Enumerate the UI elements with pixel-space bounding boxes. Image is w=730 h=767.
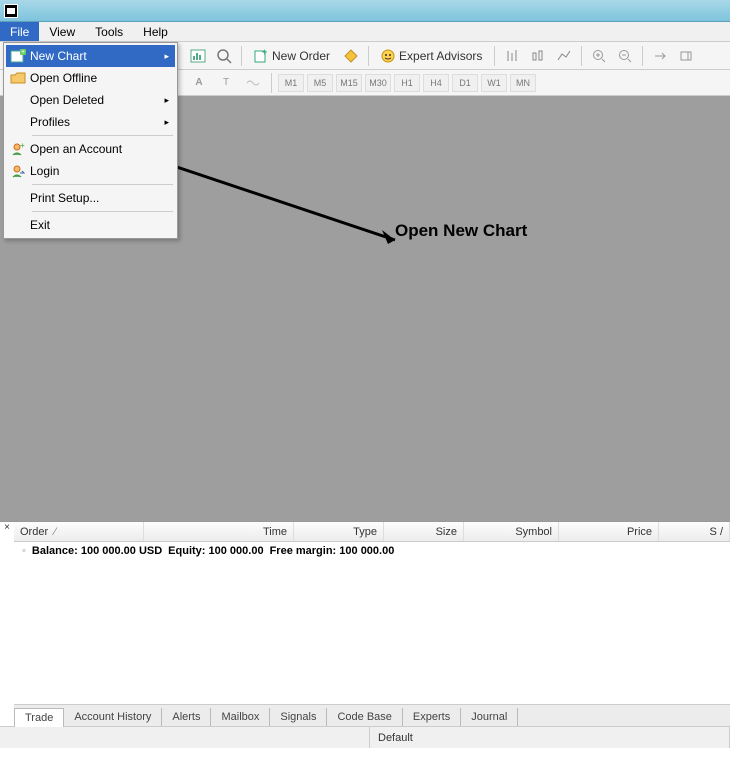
toolbar-separator (642, 46, 643, 66)
tab-alerts[interactable]: Alerts (162, 708, 211, 726)
user-add-icon: + (6, 142, 30, 156)
tab-code-base[interactable]: Code Base (327, 708, 402, 726)
new-order-icon: + (254, 49, 268, 63)
terminal-columns: Order ∕ Time Type Size Symbol Price S / (14, 522, 730, 542)
timeframe-m5[interactable]: M5 (307, 74, 333, 92)
menu-new-chart[interactable]: + New Chart ▸ (6, 45, 175, 67)
toolbar-scroll-icon[interactable] (648, 45, 672, 67)
expert-advisors-label: Expert Advisors (399, 49, 482, 63)
col-time[interactable]: Time (144, 522, 294, 541)
annotation-text: Open New Chart (395, 221, 527, 241)
menu-separator (32, 184, 173, 185)
menu-help[interactable]: Help (133, 22, 178, 41)
toolbar-separator (241, 46, 242, 66)
timeframe-w1[interactable]: W1 (481, 74, 507, 92)
draw-label-icon[interactable]: T (214, 72, 238, 94)
tab-experts[interactable]: Experts (403, 708, 461, 726)
timeframe-m15[interactable]: M15 (336, 74, 362, 92)
menu-tools[interactable]: Tools (85, 22, 133, 41)
toolbar-separator (581, 46, 582, 66)
toolbar-separator (494, 46, 495, 66)
svg-text:+: + (20, 142, 25, 150)
menu-item-label: Exit (30, 218, 50, 232)
menu-view[interactable]: View (39, 22, 85, 41)
terminal-tabs: Trade Account History Alerts Mailbox Sig… (14, 704, 730, 726)
menu-item-label: Open Deleted (30, 93, 104, 107)
menu-item-label: Open Offline (30, 71, 97, 85)
toolbar-zoom-in-icon[interactable] (587, 45, 611, 67)
balance-summary-row[interactable]: ◦ Balance: 100 000.00 USD Equity: 100 00… (14, 542, 730, 560)
timeframe-m1[interactable]: M1 (278, 74, 304, 92)
col-symbol[interactable]: Symbol (464, 522, 559, 541)
col-sl[interactable]: S / (659, 522, 730, 541)
status-profile: Default (370, 727, 730, 748)
menu-print-setup[interactable]: Print Setup... (6, 187, 175, 209)
menu-item-label: Open an Account (30, 142, 122, 156)
menu-profiles[interactable]: Profiles ▸ (6, 111, 175, 133)
title-bar (0, 0, 730, 22)
folder-icon (6, 72, 30, 84)
menu-item-label: Profiles (30, 115, 70, 129)
new-order-label: New Order (272, 49, 330, 63)
app-icon (4, 4, 18, 18)
terminal-panel: × Terminal Order ∕ Time Type Size Symbol… (0, 521, 730, 726)
new-chart-icon: + (6, 49, 30, 63)
timeframe-h4[interactable]: H4 (423, 74, 449, 92)
menu-item-label: Print Setup... (30, 191, 99, 205)
toolbar-line-icon[interactable] (552, 45, 576, 67)
user-login-icon (6, 164, 30, 178)
toolbar-candle-icon[interactable] (526, 45, 550, 67)
toolbar-diamond-icon[interactable] (339, 45, 363, 67)
toolbar-zoom-icon[interactable] (212, 45, 236, 67)
tab-signals[interactable]: Signals (270, 708, 327, 726)
toolbar-bar-chart-icon[interactable] (500, 45, 524, 67)
menu-item-label: New Chart (30, 49, 87, 63)
expert-advisors-icon (381, 49, 395, 63)
toolbar-chart-icon[interactable] (186, 45, 210, 67)
menu-exit[interactable]: Exit (6, 214, 175, 236)
menu-file[interactable]: File (0, 22, 39, 41)
tab-mailbox[interactable]: Mailbox (211, 708, 270, 726)
tab-trade[interactable]: Trade (14, 708, 64, 727)
timeframe-mn[interactable]: MN (510, 74, 536, 92)
submenu-arrow-icon: ▸ (164, 117, 169, 128)
new-order-button[interactable]: + New Order (247, 45, 337, 67)
col-order[interactable]: Order ∕ (14, 522, 144, 541)
terminal-grid: ◦ Balance: 100 000.00 USD Equity: 100 00… (14, 542, 730, 704)
sort-asc-icon: ∕ (54, 526, 56, 538)
file-menu-dropdown: + New Chart ▸ Open Offline Open Deleted … (3, 42, 178, 239)
col-size[interactable]: Size (384, 522, 464, 541)
submenu-arrow-icon: ▸ (164, 95, 169, 106)
menu-item-label: Login (30, 164, 59, 178)
svg-text:+: + (21, 49, 25, 56)
svg-text:+: + (262, 49, 267, 57)
status-left (0, 727, 370, 748)
menu-open-offline[interactable]: Open Offline (6, 67, 175, 89)
toolbar-separator (368, 46, 369, 66)
submenu-arrow-icon: ▸ (164, 51, 169, 62)
menu-separator (32, 135, 173, 136)
terminal-close-button[interactable]: × (2, 522, 12, 533)
menu-open-deleted[interactable]: Open Deleted ▸ (6, 89, 175, 111)
expert-advisors-button[interactable]: Expert Advisors (374, 45, 489, 67)
col-type[interactable]: Type (294, 522, 384, 541)
timeframe-m30[interactable]: M30 (365, 74, 391, 92)
toolbar-shift-icon[interactable] (674, 45, 698, 67)
menu-login[interactable]: Login (6, 160, 175, 182)
draw-text-icon[interactable]: A (187, 72, 211, 94)
status-bar: Default (0, 726, 730, 748)
menu-separator (32, 211, 173, 212)
timeframe-h1[interactable]: H1 (394, 74, 420, 92)
toolbar-separator (271, 73, 272, 93)
toolbar-zoom-out-icon[interactable] (613, 45, 637, 67)
col-price[interactable]: Price (559, 522, 659, 541)
draw-wave-icon[interactable] (241, 72, 265, 94)
tab-journal[interactable]: Journal (461, 708, 518, 726)
tab-account-history[interactable]: Account History (64, 708, 162, 726)
menu-open-account[interactable]: + Open an Account (6, 138, 175, 160)
menu-bar: File View Tools Help (0, 22, 730, 42)
row-bullet-icon: ◦ (22, 545, 26, 557)
timeframe-d1[interactable]: D1 (452, 74, 478, 92)
